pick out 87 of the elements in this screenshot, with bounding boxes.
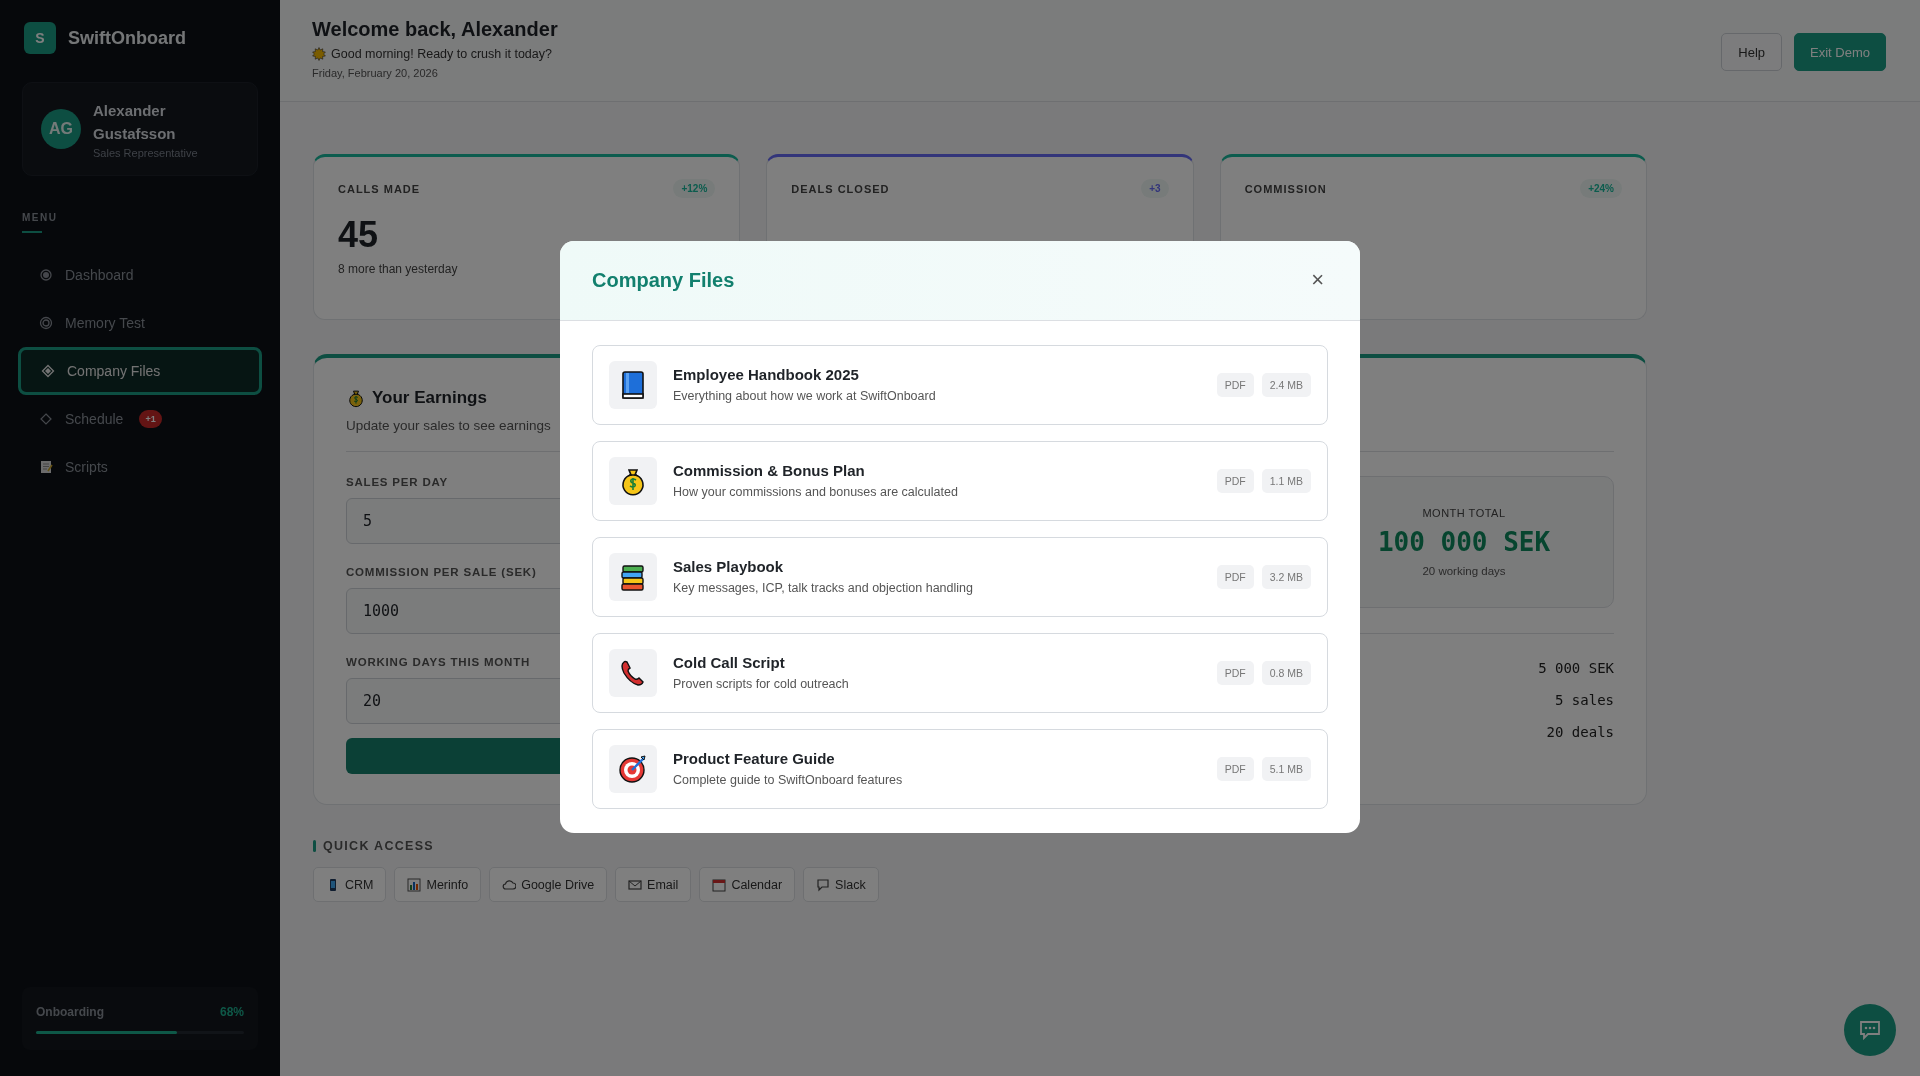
total-label: MONTH TOTAL [1422,507,1506,519]
file-description: Proven scripts for cold outreach [673,677,850,691]
avatar: AG [41,109,81,149]
exit-button[interactable]: Exit Demo [1794,33,1886,71]
quick-link[interactable]: CRM [313,867,387,902]
quick-link[interactable]: Google Drive [489,867,608,902]
file-size: 3.2 MB [1261,564,1311,589]
file-item[interactable]: Cold Call Script Proven scripts for cold outreach PDF 0.8 MB [592,632,1328,713]
quick-link[interactable]: Merinfo [394,867,482,902]
file-title: Commission & Bonus Plan [673,462,866,479]
file-size: 1.1 MB [1261,468,1311,493]
file-size: 0.8 MB [1261,660,1311,685]
diamond-outline-icon [39,412,53,426]
chat-button[interactable] [1844,1004,1896,1056]
quick-link[interactable]: Calendar [699,867,796,902]
change-badge: +3 [1141,179,1169,198]
file-item[interactable]: Commission & Bonus Plan How your commissions and bonuses are calculated PDF 1.1 MB [592,440,1328,521]
file-size: 5.1 MB [1261,756,1311,781]
stat-label: DEALS CLOSED [791,182,890,195]
file-title: Sales Playbook [673,558,785,575]
file-type: PDF [1216,468,1254,493]
calendar-icon [712,877,727,892]
stat-value: 45 [338,214,380,256]
sidebar-item[interactable]: Company Files [18,347,262,395]
total-value: 100 000 SEK [1377,527,1551,557]
file-type: PDF [1216,660,1254,685]
file-description: Key messages, ICP, talk tracks and objection handling [673,581,974,595]
page-title: Welcome back, Alexander [312,18,558,41]
file-item[interactable]: Sales Playbook Key messages, ICP, talk tracks and objection handling PDF 3.2 MB [592,536,1328,617]
help-button[interactable]: Help [1721,33,1783,71]
stat-label: COMMISSION [1244,182,1327,195]
stat-note: 8 more than yesterday [338,262,459,276]
brand-name: SwiftOnboard [68,27,186,49]
file-title: Employee Handbook 2025 [673,366,860,383]
logo: S [24,22,56,54]
earnings-subtitle: Update your sales to see earnings [346,418,552,433]
sidebar-item[interactable]: Schedule +1 [18,395,262,443]
envelope-icon [628,877,643,892]
breakdown-value: 5 000 SEK [1538,660,1614,676]
change-badge: +12% [673,179,716,198]
onboarding-label: Onboarding [36,1005,104,1019]
book-icon [609,360,657,409]
sun-icon [312,47,326,61]
file-size: 2.4 MB [1261,372,1311,397]
date-text: Friday, February 20, 2026 [312,67,439,79]
double-circle-icon [39,316,53,330]
field-label: WORKING DAYS THIS MONTH [346,656,531,668]
section-title: QUICK ACCESS [323,839,434,853]
breakdown-value: 5 sales [1555,692,1614,708]
money-bag-icon [609,456,657,505]
quick-link[interactable]: Slack [803,867,879,902]
quick-link[interactable]: Email [615,867,692,902]
file-type: PDF [1216,564,1254,589]
user-name: Alexander Gustafsson [93,101,177,144]
file-type: PDF [1216,756,1254,781]
speech-bubble-icon [816,877,831,892]
chat-icon [1859,1020,1881,1040]
change-badge: +24% [1580,179,1622,198]
file-description: Complete guide to SwiftOnboard features [673,773,904,787]
money-bag-icon [346,388,366,408]
close-button[interactable]: × [1307,267,1328,293]
file-item[interactable]: Employee Handbook 2025 Everything about how we work at SwiftOnboard PDF 2.4 MB [592,344,1328,425]
file-type: PDF [1216,372,1254,397]
file-title: Product Feature Guide [673,750,836,767]
cloud-icon [502,877,517,892]
radio-dot-icon [39,268,53,282]
diamond-icon [41,364,55,378]
total-note: 20 working days [1422,565,1506,577]
file-title: Cold Call Script [673,654,786,671]
bar-chart-icon [407,877,422,892]
file-description: Everything about how we work at SwiftOnboard [673,389,937,403]
dialog-title: Company Files [592,268,735,292]
breakdown-value: 20 deals [1546,724,1614,740]
field-label: COMMISSION PER SALE (SEK) [346,566,537,578]
file-item[interactable]: Product Feature Guide Complete guide to SwiftOnboard features PDF 5.1 MB [592,728,1328,809]
onboarding-percent: 68% [219,1005,244,1019]
earnings-title: Your Earnings [372,388,487,408]
phone-icon [609,648,657,697]
target-icon [609,744,657,793]
stat-label: CALLS MADE [338,182,421,195]
greeting-text: Good morning! Ready to crush it today? [331,47,552,61]
file-description: How your commissions and bonuses are calculated [673,485,959,499]
notepad-icon [39,460,53,474]
count-badge: +1 [139,410,162,428]
stacked-books-icon [609,552,657,601]
field-label: SALES PER DAY [346,476,448,488]
menu-label: MENU [22,212,59,223]
